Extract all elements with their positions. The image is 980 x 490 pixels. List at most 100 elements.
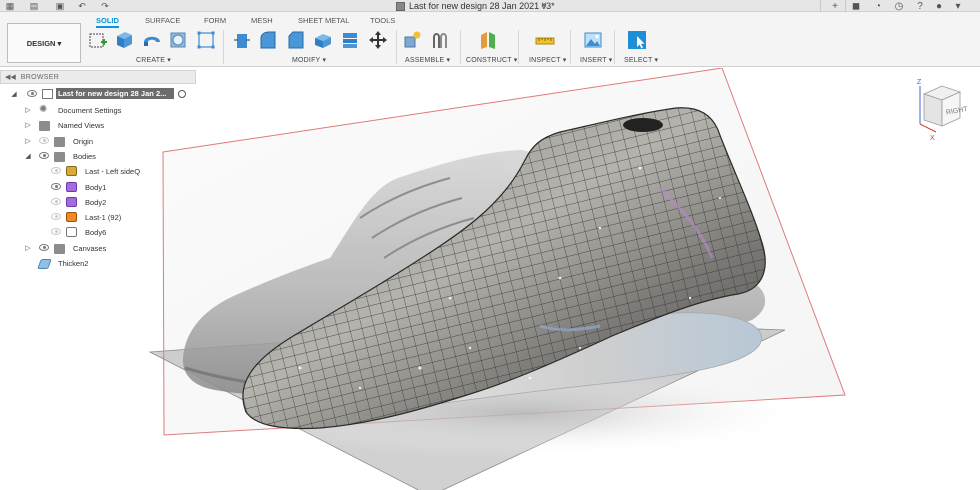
close-tab-icon[interactable]: ×: [541, 0, 547, 11]
last-top-opening: [623, 118, 663, 132]
browser-item-canvases[interactable]: ▷ Canvases: [0, 241, 196, 255]
browser-item-thicken[interactable]: Thicken2: [0, 256, 196, 270]
body-icon: [66, 212, 77, 222]
job-status-icon[interactable]: ◔: [871, 0, 885, 12]
select-menu[interactable]: SELECT ▾: [624, 56, 658, 64]
document-tab[interactable]: Last for new design 28 Jan 2021 v3*: [396, 0, 555, 12]
body-icon: [66, 182, 77, 192]
folder-icon: [39, 121, 50, 131]
visibility-eye-icon[interactable]: [39, 244, 49, 251]
viewcube[interactable]: RIGHT Z X: [912, 76, 972, 142]
activate-component-icon[interactable]: [178, 90, 186, 98]
save-icon[interactable]: ▣: [54, 1, 66, 11]
measure-icon[interactable]: [535, 30, 555, 50]
visibility-eye-icon[interactable]: [51, 228, 61, 235]
offset-plane-icon[interactable]: [478, 30, 498, 50]
construct-menu[interactable]: CONSTRUCT ▾: [466, 56, 517, 64]
shell-icon[interactable]: [313, 30, 333, 50]
browser-item-label: Body2: [85, 198, 107, 207]
browser-item-body[interactable]: Last - Left sideQ: [0, 164, 196, 178]
browser-item-body[interactable]: Body2: [0, 195, 196, 209]
press-pull-icon[interactable]: [232, 30, 252, 50]
visibility-eye-icon[interactable]: [51, 183, 61, 190]
account-menu-icon[interactable]: ▾: [951, 0, 965, 12]
modify-menu[interactable]: MODIFY ▾: [292, 56, 326, 64]
browser-item-origin[interactable]: ▷ Origin: [0, 134, 196, 148]
body-icon: [66, 197, 77, 207]
browser-item-bodies[interactable]: ◢ Bodies: [0, 149, 196, 163]
expand-icon[interactable]: ▷: [24, 244, 32, 252]
viewcube-cube[interactable]: [922, 85, 962, 127]
select-icon[interactable]: [627, 30, 647, 50]
visibility-eye-icon[interactable]: [39, 152, 49, 159]
document-icon: [396, 1, 405, 11]
insert-menu[interactable]: INSERT ▾: [580, 56, 612, 64]
expand-icon[interactable]: ▷: [24, 137, 32, 145]
expand-icon[interactable]: ▷: [24, 121, 32, 129]
undo-icon[interactable]: ↶: [76, 1, 88, 11]
file-menu-icon[interactable]: ▤: [28, 1, 40, 11]
browser-item-document-settings[interactable]: ▷ ✺ Document Settings: [0, 103, 196, 117]
inspect-menu[interactable]: INSPECT ▾: [529, 56, 566, 64]
visibility-eye-icon[interactable]: [51, 213, 61, 220]
form-icon[interactable]: [196, 30, 216, 50]
collapse-icon[interactable]: ◢: [24, 152, 32, 160]
insert-canvas-icon[interactable]: [583, 30, 603, 50]
browser-item-body[interactable]: Body6: [0, 225, 196, 239]
expand-icon[interactable]: ▷: [24, 106, 32, 114]
tab-solid[interactable]: SOLID: [96, 16, 119, 28]
assemble-menu[interactable]: ASSEMBLE ▾: [405, 56, 450, 64]
workspace-design-button[interactable]: DESIGN ▾: [7, 23, 81, 63]
combine-icon[interactable]: [340, 30, 360, 50]
browser-item-label: Named Views: [58, 121, 105, 130]
create-sketch-icon[interactable]: [88, 30, 108, 50]
new-tab-icon[interactable]: +: [828, 0, 842, 12]
visibility-eye-icon[interactable]: [51, 198, 61, 205]
extensions-icon[interactable]: ◼: [849, 0, 863, 12]
toolbar-ribbon: SOLID SURFACE FORM MESH SHEET METAL TOOL…: [0, 12, 980, 67]
account-icon[interactable]: ●: [932, 0, 946, 12]
body-icon: [66, 166, 77, 176]
gear-icon: ✺: [39, 104, 48, 115]
browser-item-label: Origin: [73, 137, 94, 146]
visibility-eye-icon[interactable]: [51, 167, 61, 174]
collapse-icon[interactable]: ◢: [10, 90, 18, 98]
body-icon: [66, 227, 77, 237]
tab-tools[interactable]: TOOLS: [370, 16, 395, 25]
folder-icon: [54, 152, 65, 162]
move-copy-icon[interactable]: [368, 30, 388, 50]
browser-item-body[interactable]: Body1: [0, 180, 196, 194]
browser-item-label: Document Settings: [58, 106, 122, 115]
tab-sheet-metal[interactable]: SHEET METAL: [298, 16, 349, 25]
help-icon[interactable]: ?: [913, 0, 927, 12]
visibility-eye-icon[interactable]: [39, 137, 49, 144]
tab-form[interactable]: FORM: [204, 16, 226, 25]
browser-item-named-views[interactable]: ▷ Named Views: [0, 118, 196, 132]
fillet-icon[interactable]: [258, 30, 278, 50]
browser-item-label: Last - Left sideQ: [85, 167, 141, 176]
browser-item-label: Thicken2: [58, 259, 89, 268]
new-component-icon[interactable]: [402, 30, 422, 50]
browser-item-label: Bodies: [73, 152, 96, 161]
tab-surface[interactable]: SURFACE: [145, 16, 180, 25]
visibility-eye-icon[interactable]: [27, 90, 37, 97]
create-menu[interactable]: CREATE ▾: [136, 56, 171, 64]
tab-mesh[interactable]: MESH: [251, 16, 273, 25]
redo-icon[interactable]: ↷: [99, 1, 111, 11]
sphere-body-icon[interactable]: [168, 30, 188, 50]
browser-header[interactable]: ◀◀ BROWSER: [0, 70, 196, 84]
joint-icon[interactable]: [430, 30, 450, 50]
collapse-browser-icon[interactable]: ◀◀: [5, 73, 16, 81]
browser-title: BROWSER: [20, 73, 60, 81]
browser-item-label: Body6: [85, 228, 107, 237]
viewcube-z-label: Z: [917, 79, 922, 86]
revolve-icon[interactable]: [142, 30, 162, 50]
browser-item-body[interactable]: Last-1 (92): [0, 210, 196, 224]
chamfer-icon[interactable]: [286, 30, 306, 50]
browser-root-row[interactable]: ◢ Last for new design 28 Jan 2...: [0, 87, 196, 101]
extrude-icon[interactable]: [114, 30, 134, 50]
thicken-icon: [37, 259, 52, 269]
notifications-icon[interactable]: ◷: [892, 0, 906, 12]
browser-item-label: Canvases: [73, 244, 107, 253]
app-grid-icon[interactable]: ▦: [4, 1, 16, 11]
